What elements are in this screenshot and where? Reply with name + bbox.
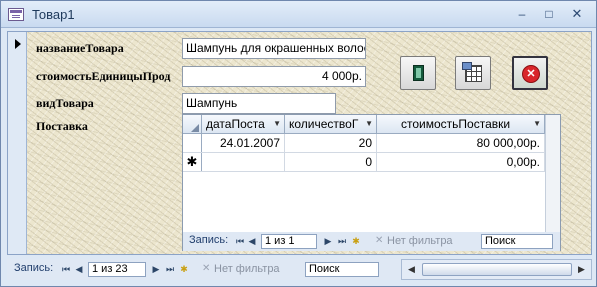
filter-icon [202,261,211,276]
form-client-area: названиеТовара Шампунь для окрашенных во… [7,31,592,255]
chevron-down-icon[interactable]: ▼ [365,115,373,133]
table-cell[interactable]: 0 [285,153,377,171]
label-unit-cost: стоимостьЕдиницыПрод [36,69,171,83]
form-detail-section: названиеТовара Шампунь для окрашенных во… [27,32,591,254]
product-name-field[interactable]: Шампунь для окрашенных волос [182,38,366,59]
last-record-icon[interactable]: ⏭ [163,262,177,276]
no-filter-label: Нет фильтра [214,263,280,275]
select-all-corner[interactable] [183,115,202,134]
column-header-label: датаПоста [206,117,265,131]
subform-record-position[interactable]: 1 из 1 [261,234,317,249]
chevron-down-icon[interactable]: ▼ [533,115,541,133]
current-record-arrow-icon [15,39,21,49]
filter-icon [375,233,384,248]
row-selector[interactable] [183,134,202,152]
no-filter-button[interactable]: Нет фильтра [202,261,280,277]
close-red-icon: ✕ [522,65,540,83]
next-record-icon[interactable]: ▶ [149,262,163,276]
no-filter-label: Нет фильтра [387,235,453,247]
chevron-down-icon[interactable]: ▼ [273,115,281,133]
scroll-left-icon[interactable]: ◀ [404,262,419,277]
book-button[interactable] [400,56,436,90]
subform-vertical-scrollbar[interactable] [545,115,560,232]
table-cell[interactable] [202,153,285,171]
label-supply: Поставка [36,119,88,133]
table-row[interactable]: ✱ 0 0,00р. [183,153,560,172]
last-record-icon[interactable]: ⏭ [335,234,349,248]
supply-subform: датаПоста ▼ количествоГ ▼ стоимостьПоста… [182,114,561,251]
minimize-icon[interactable]: – [510,6,534,22]
window-title: Товар1 [32,7,75,22]
new-record-icon[interactable]: ✱ [177,262,191,276]
unit-cost-field[interactable]: 4 000р. [182,66,366,87]
first-record-icon[interactable]: ⏮ [59,262,73,276]
scroll-right-icon[interactable]: ▶ [574,262,589,277]
title-bar[interactable]: Товар1 – □ ✕ [1,1,596,28]
form-icon [8,8,24,21]
product-type-field[interactable]: Шампунь [182,93,336,114]
new-record-icon[interactable]: ✱ [349,234,363,248]
form-record-navigator: Запись: ⏮ ◀ 1 из 23 ▶ ⏭ ✱ Нет фильтра По… [7,259,411,280]
grid-window-button[interactable] [455,56,491,90]
record-position[interactable]: 1 из 23 [88,262,146,277]
previous-record-icon[interactable]: ◀ [245,234,259,248]
scrollbar-thumb[interactable] [422,263,572,276]
table-cell[interactable]: 0,00р. [377,153,545,171]
column-header-label: стоимостьПоставки [401,117,511,131]
label-product-type: видТовара [36,96,94,110]
book-icon [413,65,424,81]
column-header[interactable]: датаПоста ▼ [202,115,285,134]
new-record-row-selector[interactable]: ✱ [183,153,202,171]
subform-no-filter-button[interactable]: Нет фильтра [375,233,453,249]
label-product-name: названиеТовара [36,41,124,55]
column-header[interactable]: стоимостьПоставки ▼ [377,115,545,134]
table-row[interactable]: 24.01.2007 20 80 000,00р. [183,134,560,153]
table-cell[interactable]: 80 000,00р. [377,134,545,152]
subform-search-input[interactable]: Поиск [481,234,553,249]
form-window: Товар1 – □ ✕ названиеТовара Шампунь для … [0,0,597,287]
column-header-label: количествоГ [289,117,359,131]
next-record-icon[interactable]: ▶ [321,234,335,248]
close-icon[interactable]: ✕ [565,6,589,22]
search-input[interactable]: Поиск [305,262,379,277]
close-form-button[interactable]: ✕ [512,56,548,90]
record-label: Запись: [14,262,54,274]
column-header[interactable]: количествоГ ▼ [285,115,377,134]
subform-header: датаПоста ▼ количествоГ ▼ стоимостьПоста… [183,115,560,134]
table-cell[interactable]: 20 [285,134,377,152]
subform-record-navigator: Запись: ⏮ ◀ 1 из 1 ▶ ⏭ ✱ Нет фильтра Пои… [183,232,560,251]
form-horizontal-scrollbar[interactable]: ◀ ▶ [401,259,592,280]
maximize-icon[interactable]: □ [537,6,561,22]
previous-record-icon[interactable]: ◀ [72,262,86,276]
grid-window-icon [462,62,482,82]
subform-record-label: Запись: [189,234,229,246]
record-selector[interactable] [8,32,27,254]
table-cell[interactable]: 24.01.2007 [202,134,285,152]
